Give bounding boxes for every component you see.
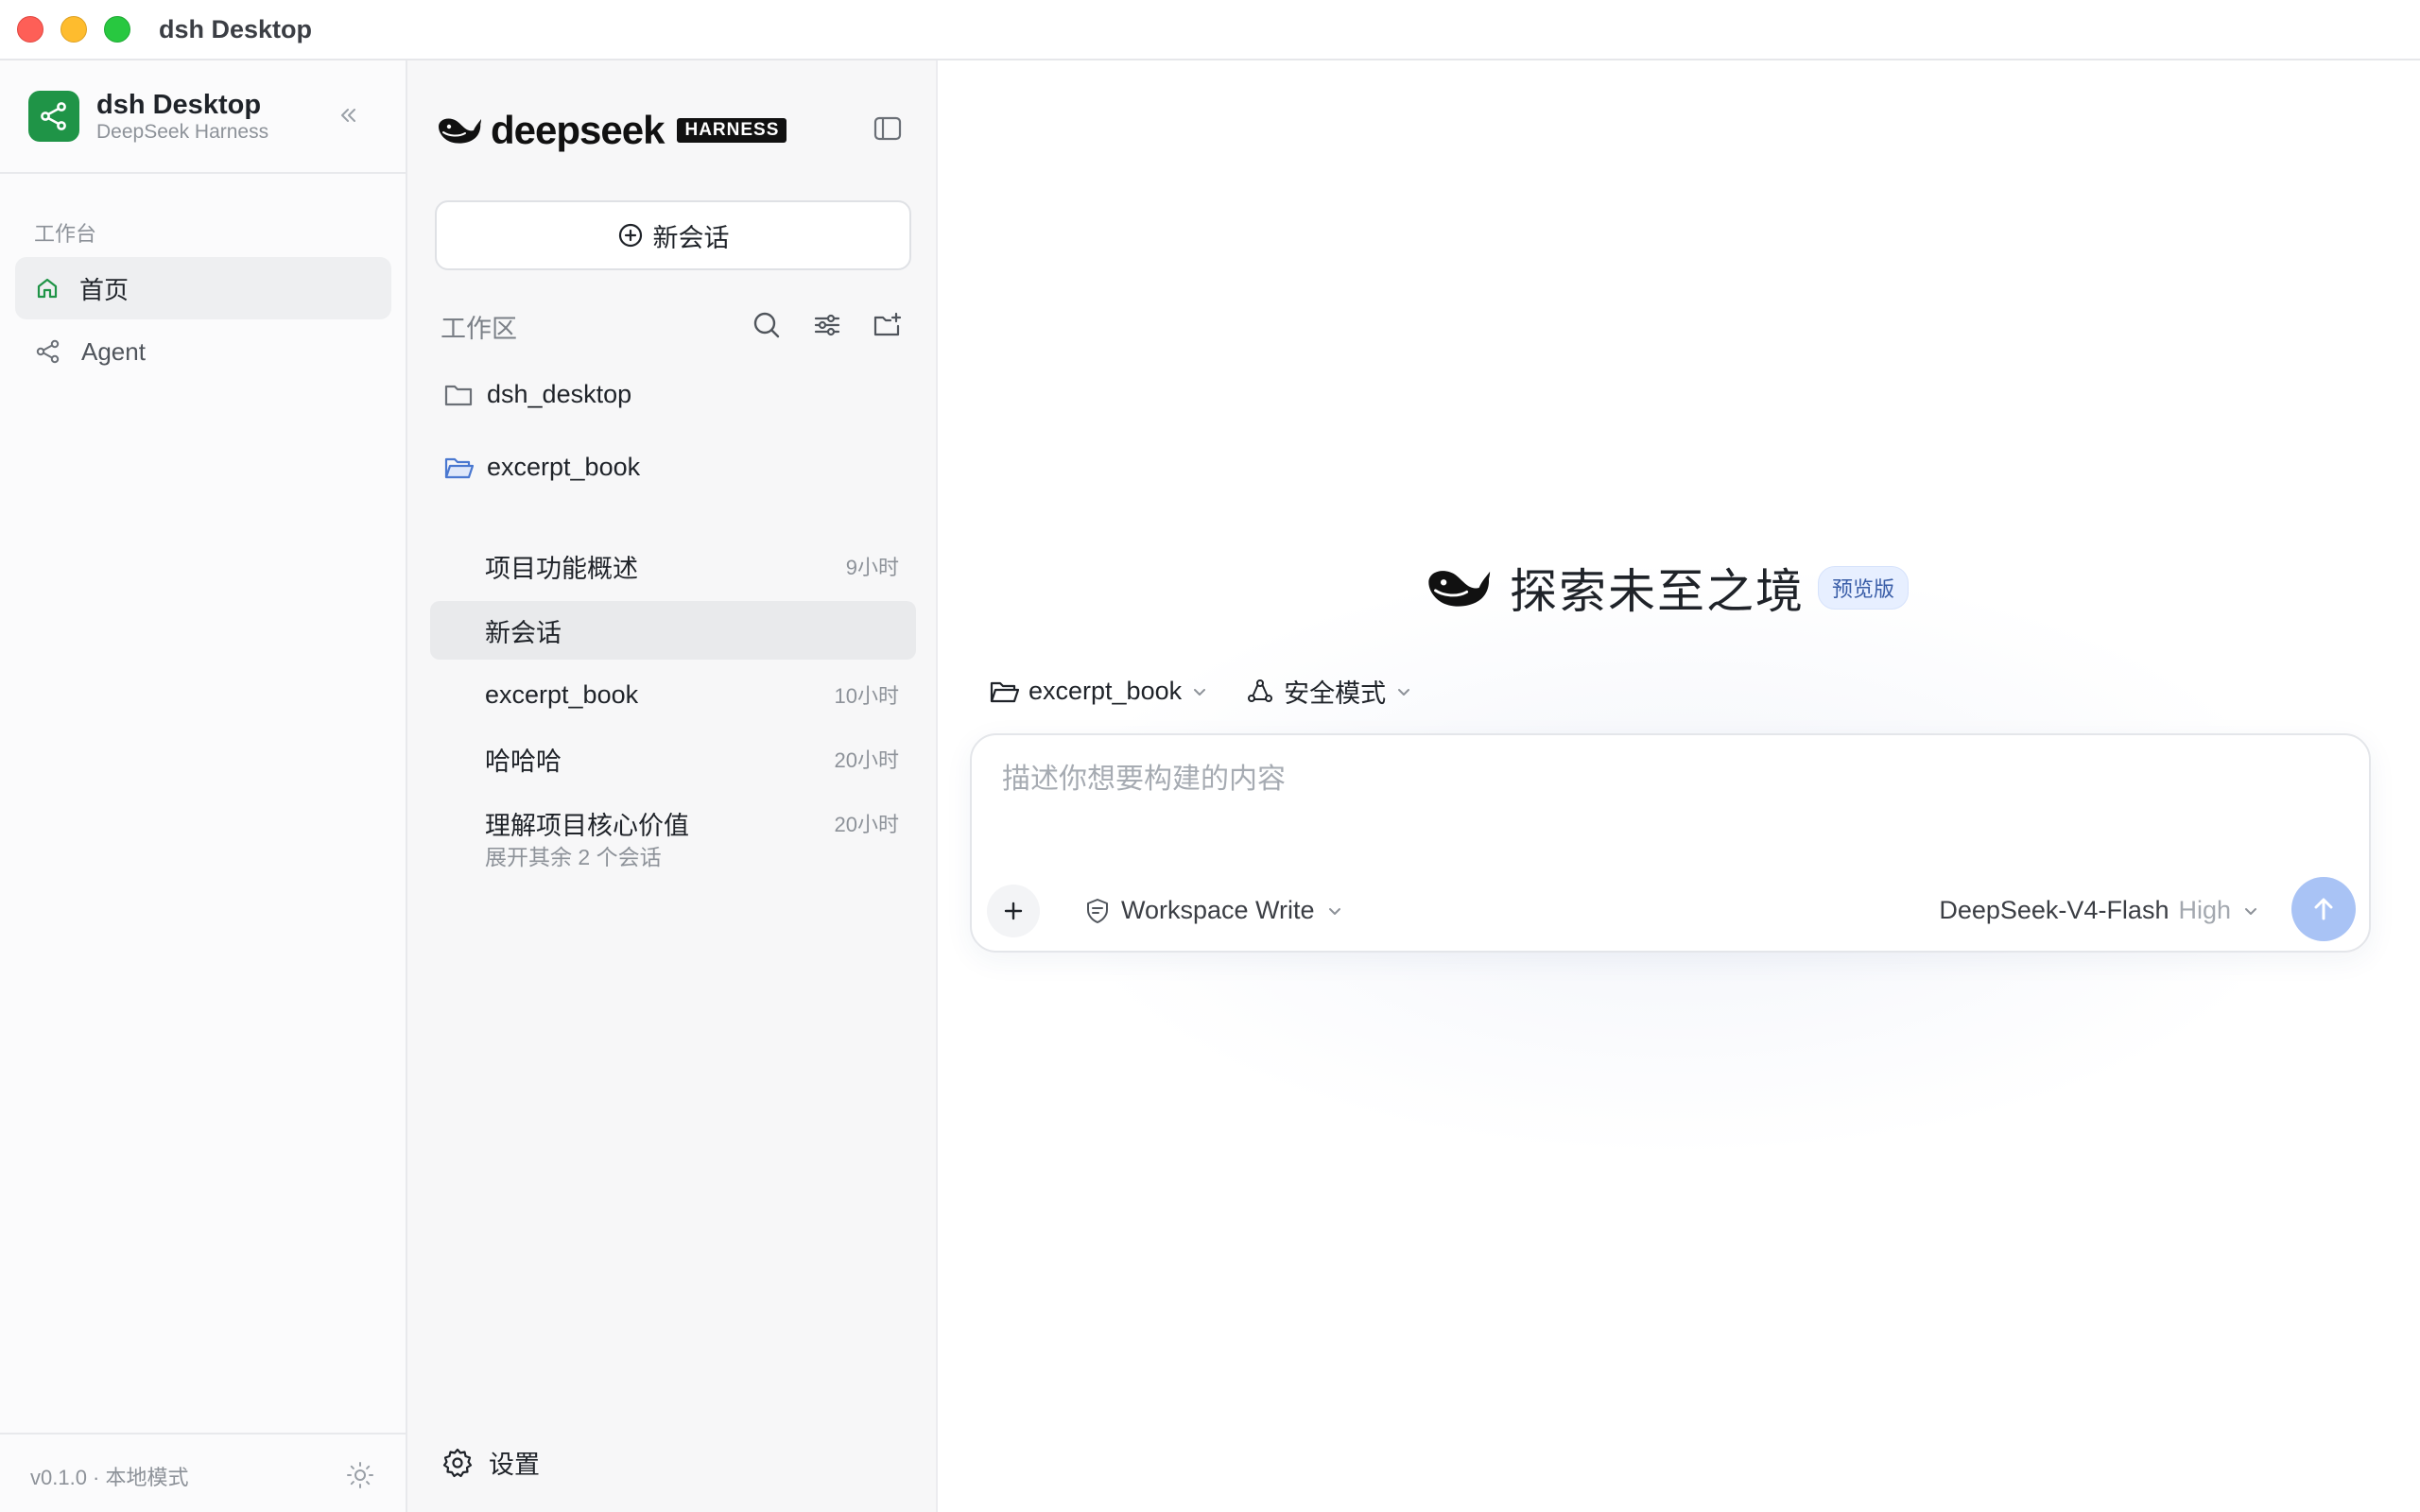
plus-icon [1004, 902, 1023, 920]
folder-open-icon [990, 681, 1019, 702]
chat-title: excerpt_book [485, 679, 639, 709]
sidebar-item-home[interactable]: 首页 [15, 257, 391, 319]
search-button[interactable] [750, 308, 784, 342]
recycle-mode-icon [1248, 679, 1273, 702]
folder-name: excerpt_book [487, 453, 641, 481]
agent-icon [36, 339, 60, 364]
title-bar: dsh Desktop [0, 0, 2420, 60]
chat-title: 哈哈哈 [485, 747, 562, 776]
model-level: High [2178, 896, 2231, 924]
new-chat-label: 新会话 [652, 223, 730, 252]
settings-label: 设置 [489, 1451, 540, 1479]
version-label: v0.1.0 · 本地模式 [30, 1466, 189, 1489]
brand-text: dsh Desktop DeepSeek Harness [96, 89, 268, 144]
workspace-label: 工作区 [441, 315, 517, 343]
toggle-panel-button[interactable] [871, 112, 905, 146]
chevron-down-icon [1398, 688, 1410, 696]
chat-time: 20小时 [834, 813, 899, 836]
workspace-selector[interactable]: excerpt_book [989, 677, 1210, 706]
attach-button[interactable] [987, 885, 1040, 937]
folder-plus-icon [873, 312, 902, 336]
window-title: dsh Desktop [159, 14, 313, 43]
brand-name: dsh Desktop [96, 90, 262, 120]
brand: dsh Desktop DeepSeek Harness [28, 89, 268, 144]
app-window: dsh Desktop dsh Desktop DeepSeek Harness [0, 0, 2420, 1512]
chat-item[interactable]: excerpt_book 10小时 [430, 665, 916, 724]
mode-selector[interactable]: 安全模式 [1246, 673, 1414, 710]
filter-button[interactable] [810, 308, 844, 342]
new-chat-button[interactable]: 新会话 [435, 200, 911, 270]
chat-title: 项目功能概述 [485, 554, 638, 583]
preview-badge: 预览版 [1818, 566, 1910, 610]
brand-subtitle: DeepSeek Harness [96, 121, 269, 143]
composer: Workspace Write DeepSeek-V4-Flash High [970, 733, 2371, 953]
chat-item[interactable]: 哈哈哈 20小时 [430, 730, 916, 788]
workspace-selector-label: excerpt_book [1028, 677, 1183, 705]
gear-icon [442, 1448, 473, 1477]
permission-label: Workspace Write [1121, 896, 1315, 924]
hero-title: 探索未至之境 [1510, 565, 1805, 618]
chevrons-left-icon [341, 109, 355, 122]
deepseek-logo: deepseek HARNESS [436, 108, 787, 153]
sliders-icon [814, 314, 840, 336]
model-name: DeepSeek-V4-Flash [1939, 896, 2169, 924]
folder-open-icon [444, 457, 474, 478]
workspace-folder-dsh-desktop[interactable]: dsh_desktop [443, 380, 631, 409]
whale-logo-icon [1428, 571, 1491, 607]
sidebar-item-label: Agent [81, 336, 146, 366]
add-chat-icon [618, 223, 642, 248]
settings-button[interactable]: 设置 [441, 1444, 540, 1481]
home-icon [37, 278, 58, 299]
permission-selector[interactable]: Workspace Write [1083, 896, 1345, 925]
arrow-up-icon [2314, 898, 2333, 920]
mode-selector-label: 安全模式 [1284, 679, 1387, 708]
chevron-down-icon [2245, 907, 2256, 915]
whale-logo-icon [439, 118, 481, 144]
add-folder-button[interactable] [871, 308, 905, 342]
chat-item[interactable]: 项目功能概述 9小时 [430, 537, 916, 595]
chat-time: 9小时 [845, 556, 899, 579]
main-area: 探索未至之境 预览版 excerpt_book 安全模式 描述你想要构建的内容 … [938, 60, 2420, 1512]
chat-item[interactable]: 新会话 [430, 601, 916, 660]
sidebar-item-label: 首页 [79, 275, 130, 304]
left-sidebar: dsh Desktop DeepSeek Harness 工作台 首页 Agen… [0, 60, 407, 1512]
maximize-window-button[interactable] [104, 16, 130, 43]
close-window-button[interactable] [17, 16, 43, 43]
sidebar-item-agent[interactable]: Agent [15, 320, 391, 383]
logo-badge: HARNESS [677, 118, 787, 143]
window-controls [17, 16, 130, 43]
sidebar-divider [0, 172, 406, 174]
send-button[interactable] [2291, 877, 2356, 941]
chevron-down-icon [1328, 907, 1340, 915]
workspace-folder-excerpt-book[interactable]: excerpt_book [443, 453, 640, 482]
prompt-input[interactable] [1002, 764, 2231, 796]
hero: 探索未至之境 预览版 [1425, 554, 1910, 622]
sun-icon [347, 1462, 373, 1488]
brand-logo-icon [28, 91, 79, 142]
folder-name: dsh_desktop [487, 380, 632, 408]
context-bar: excerpt_book 安全模式 [989, 673, 1414, 710]
sidebar-footer-divider [0, 1433, 406, 1435]
minimize-window-button[interactable] [60, 16, 87, 43]
chevron-down-icon [1194, 688, 1206, 696]
model-selector[interactable]: DeepSeek-V4-Flash High [1939, 896, 2261, 925]
theme-toggle-button[interactable] [344, 1459, 376, 1491]
sidebar-panel-icon [873, 116, 902, 141]
sidebar-section-label: 工作台 [34, 222, 97, 246]
search-icon [753, 312, 780, 338]
collapse-sidebar-button[interactable] [335, 102, 361, 129]
folder-icon [444, 385, 473, 405]
chat-title: 新会话 [485, 618, 562, 647]
expand-more-chats-link[interactable]: 展开其余 2 个会话 [485, 839, 662, 871]
chat-title: 理解项目核心价值 [485, 811, 689, 840]
chat-time: 10小时 [834, 684, 899, 708]
logo-wordmark: deepseek [491, 108, 665, 152]
session-panel: deepseek HARNESS 新会话 工作区 dsh_desktop exc… [407, 60, 938, 1512]
chat-time: 20小时 [834, 748, 899, 772]
shield-edit-icon [1087, 898, 1108, 923]
